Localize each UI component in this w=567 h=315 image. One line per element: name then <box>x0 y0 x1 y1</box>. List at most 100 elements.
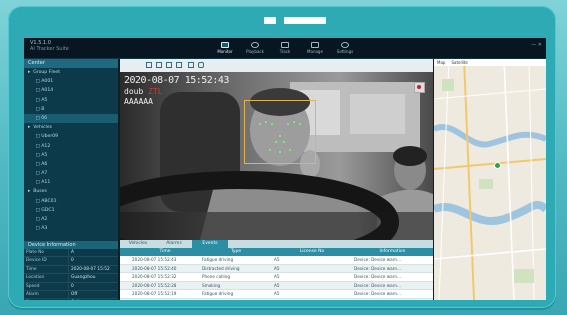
table-cell: A5 <box>274 265 280 271</box>
table-cell: Distracted driving <box>202 265 240 271</box>
tree-item[interactable]: ▸ Vehicles <box>24 123 118 132</box>
nav-tab-track[interactable]: Track <box>270 39 300 57</box>
events-table-body: 2020-08-07 15:52:43 Fatigue driving A5 Devi… <box>120 256 433 300</box>
landmark-point <box>279 135 281 137</box>
row-marker <box>120 273 130 281</box>
row-marker <box>120 290 130 298</box>
table-cell: Device: Device warn... <box>354 257 402 262</box>
tree-item[interactable]: ▸ Buses <box>24 187 118 196</box>
tree-item[interactable]: ▸ Group Fleet <box>24 68 118 77</box>
minimize-icon[interactable]: — <box>531 42 536 48</box>
table-cell: Phone calling <box>202 274 230 280</box>
tree-item[interactable]: □ ABC01 <box>24 197 118 206</box>
device-tree-panel: Center ▸ Group Fleet □ A001 □ A014 □ A5 … <box>24 59 118 300</box>
landmark-point <box>269 149 271 151</box>
tree-item[interactable]: □ A11 <box>24 178 118 187</box>
tree-item[interactable]: □ GDC1 <box>24 206 118 215</box>
table-row[interactable]: 2020-08-07 15:52:43 Fatigue driving A5 Devi… <box>120 256 433 265</box>
close-icon[interactable]: ✕ <box>538 42 542 48</box>
landmark-point <box>293 121 295 123</box>
tree-item[interactable]: □ A5 <box>24 151 118 160</box>
landmark-point <box>289 149 291 151</box>
nav-tab-playback[interactable]: Playback <box>240 39 270 57</box>
layout-16-icon[interactable] <box>176 62 182 68</box>
info-row: Plate No A <box>24 249 118 258</box>
row-marker <box>120 256 130 264</box>
layout-9-icon[interactable] <box>166 62 172 68</box>
device-info-title: Device Information <box>24 241 118 249</box>
playback-icon <box>251 42 259 48</box>
table-cell: Device: Device warn... <box>354 282 402 288</box>
window-controls: — ✕ <box>531 42 542 48</box>
device-tree: ▸ Group Fleet □ A001 □ A014 □ A5 □ B □ 0… <box>24 68 118 233</box>
tree-header: Center <box>24 59 118 68</box>
table-cell: A5 <box>274 282 280 288</box>
info-value: 2020-08-07 15:52 <box>71 266 110 272</box>
table-row[interactable]: 2020-08-07 15:52:32 Phone calling A5 Device… <box>120 273 433 282</box>
video-feed[interactable]: 2020-08-07 15:52:43 doub ZTL AAAAAA <box>120 72 433 240</box>
info-key: Location <box>24 274 69 282</box>
table-row[interactable]: 2020-08-07 15:52:40 Distracted driving A5 D… <box>120 264 433 274</box>
video-timestamp: 2020-08-07 15:52:43 <box>124 75 229 86</box>
tree-item[interactable]: □ A2 <box>24 215 118 224</box>
table-cell: A5 <box>274 257 280 262</box>
landmark-point <box>283 141 285 143</box>
table-cell: Fatigue driving <box>202 257 234 262</box>
row-marker <box>120 282 130 290</box>
col-license: License No <box>299 249 325 254</box>
tab-events[interactable]: Events <box>192 240 228 248</box>
app-name: AI Tracker Suite <box>30 46 69 52</box>
tree-item[interactable]: □ A001 <box>24 77 118 86</box>
snapshot-icon[interactable] <box>198 62 204 68</box>
tab-alarms[interactable]: Alarms <box>156 240 192 248</box>
info-row: Device ID 0 <box>24 257 118 266</box>
table-cell: 2020-08-07 15:52:11 <box>130 299 200 301</box>
nav-tab-settings[interactable]: Settings <box>330 39 360 57</box>
info-key: Speed <box>24 282 69 290</box>
col-type: Type <box>230 249 242 254</box>
table-cell: 2020-08-07 15:52:40 <box>132 265 177 271</box>
table-row[interactable]: 2020-08-07 15:52:28 Smoking A5 Device: Devi… <box>120 281 433 291</box>
fullscreen-icon[interactable] <box>188 62 194 68</box>
info-key: Status <box>24 299 69 300</box>
video-plate-overlay: doub ZTL <box>124 87 163 96</box>
nav-tab-label: Settings <box>336 49 354 54</box>
table-cell: Device: Device warn... <box>354 265 402 271</box>
tree-item[interactable]: □ B <box>24 105 118 114</box>
satellite-tab[interactable]: Satellite <box>448 59 470 66</box>
video-toolbar <box>120 59 433 73</box>
table-cell: 2020-08-07 15:52:43 <box>132 257 177 262</box>
table-row[interactable]: 2020-08-07 15:52:19 Fatigue driving A5 Devi… <box>120 290 433 299</box>
manage-icon <box>311 42 319 48</box>
tree-item[interactable]: □ Uber09 <box>24 132 118 141</box>
tab-vehicles[interactable]: Vehicles <box>120 240 156 248</box>
tree-item[interactable]: □ A5 <box>24 96 118 105</box>
map-tab[interactable]: Map <box>434 59 448 66</box>
col-index <box>120 248 130 256</box>
table-cell: Device: Device warn... <box>354 274 402 280</box>
map-panel[interactable]: Map Satellite <box>434 59 546 300</box>
top-bar: V1.5.1.0 AI Tracker Suite Monitor Playba… <box>24 38 546 59</box>
table-cell: A5 <box>274 291 280 297</box>
layout-4-icon[interactable] <box>156 62 162 68</box>
tree-item[interactable]: □ 06 <box>24 113 118 124</box>
camera-icon <box>264 17 276 24</box>
record-icon[interactable] <box>414 82 425 93</box>
nav-tab-manage[interactable]: Manage <box>300 39 330 57</box>
info-key: Device ID <box>24 257 69 265</box>
vehicle-marker-icon[interactable] <box>494 162 501 169</box>
gear-icon <box>341 42 349 48</box>
tree-item[interactable]: □ A6 <box>24 160 118 169</box>
tree-item[interactable]: □ A7 <box>24 169 118 178</box>
landmark-point <box>271 123 273 125</box>
main-nav: Monitor Playback Track Manage Settings <box>210 39 360 57</box>
nav-tab-monitor[interactable]: Monitor <box>210 39 240 57</box>
plate-prefix: doub <box>124 87 144 96</box>
tree-item[interactable]: □ A014 <box>24 86 118 95</box>
device-info-table: Plate No A Device ID 0 Time 2020-08-07 15:52 L… <box>24 249 118 300</box>
table-row[interactable]: 2020-08-07 15:52:11Distracted drivingA5D… <box>120 298 433 301</box>
tree-item[interactable]: □ A3 <box>24 224 118 233</box>
tree-item[interactable]: □ A12 <box>24 142 118 151</box>
layout-1-icon[interactable] <box>146 62 152 68</box>
info-row: Time 2020-08-07 15:52 <box>24 265 118 275</box>
